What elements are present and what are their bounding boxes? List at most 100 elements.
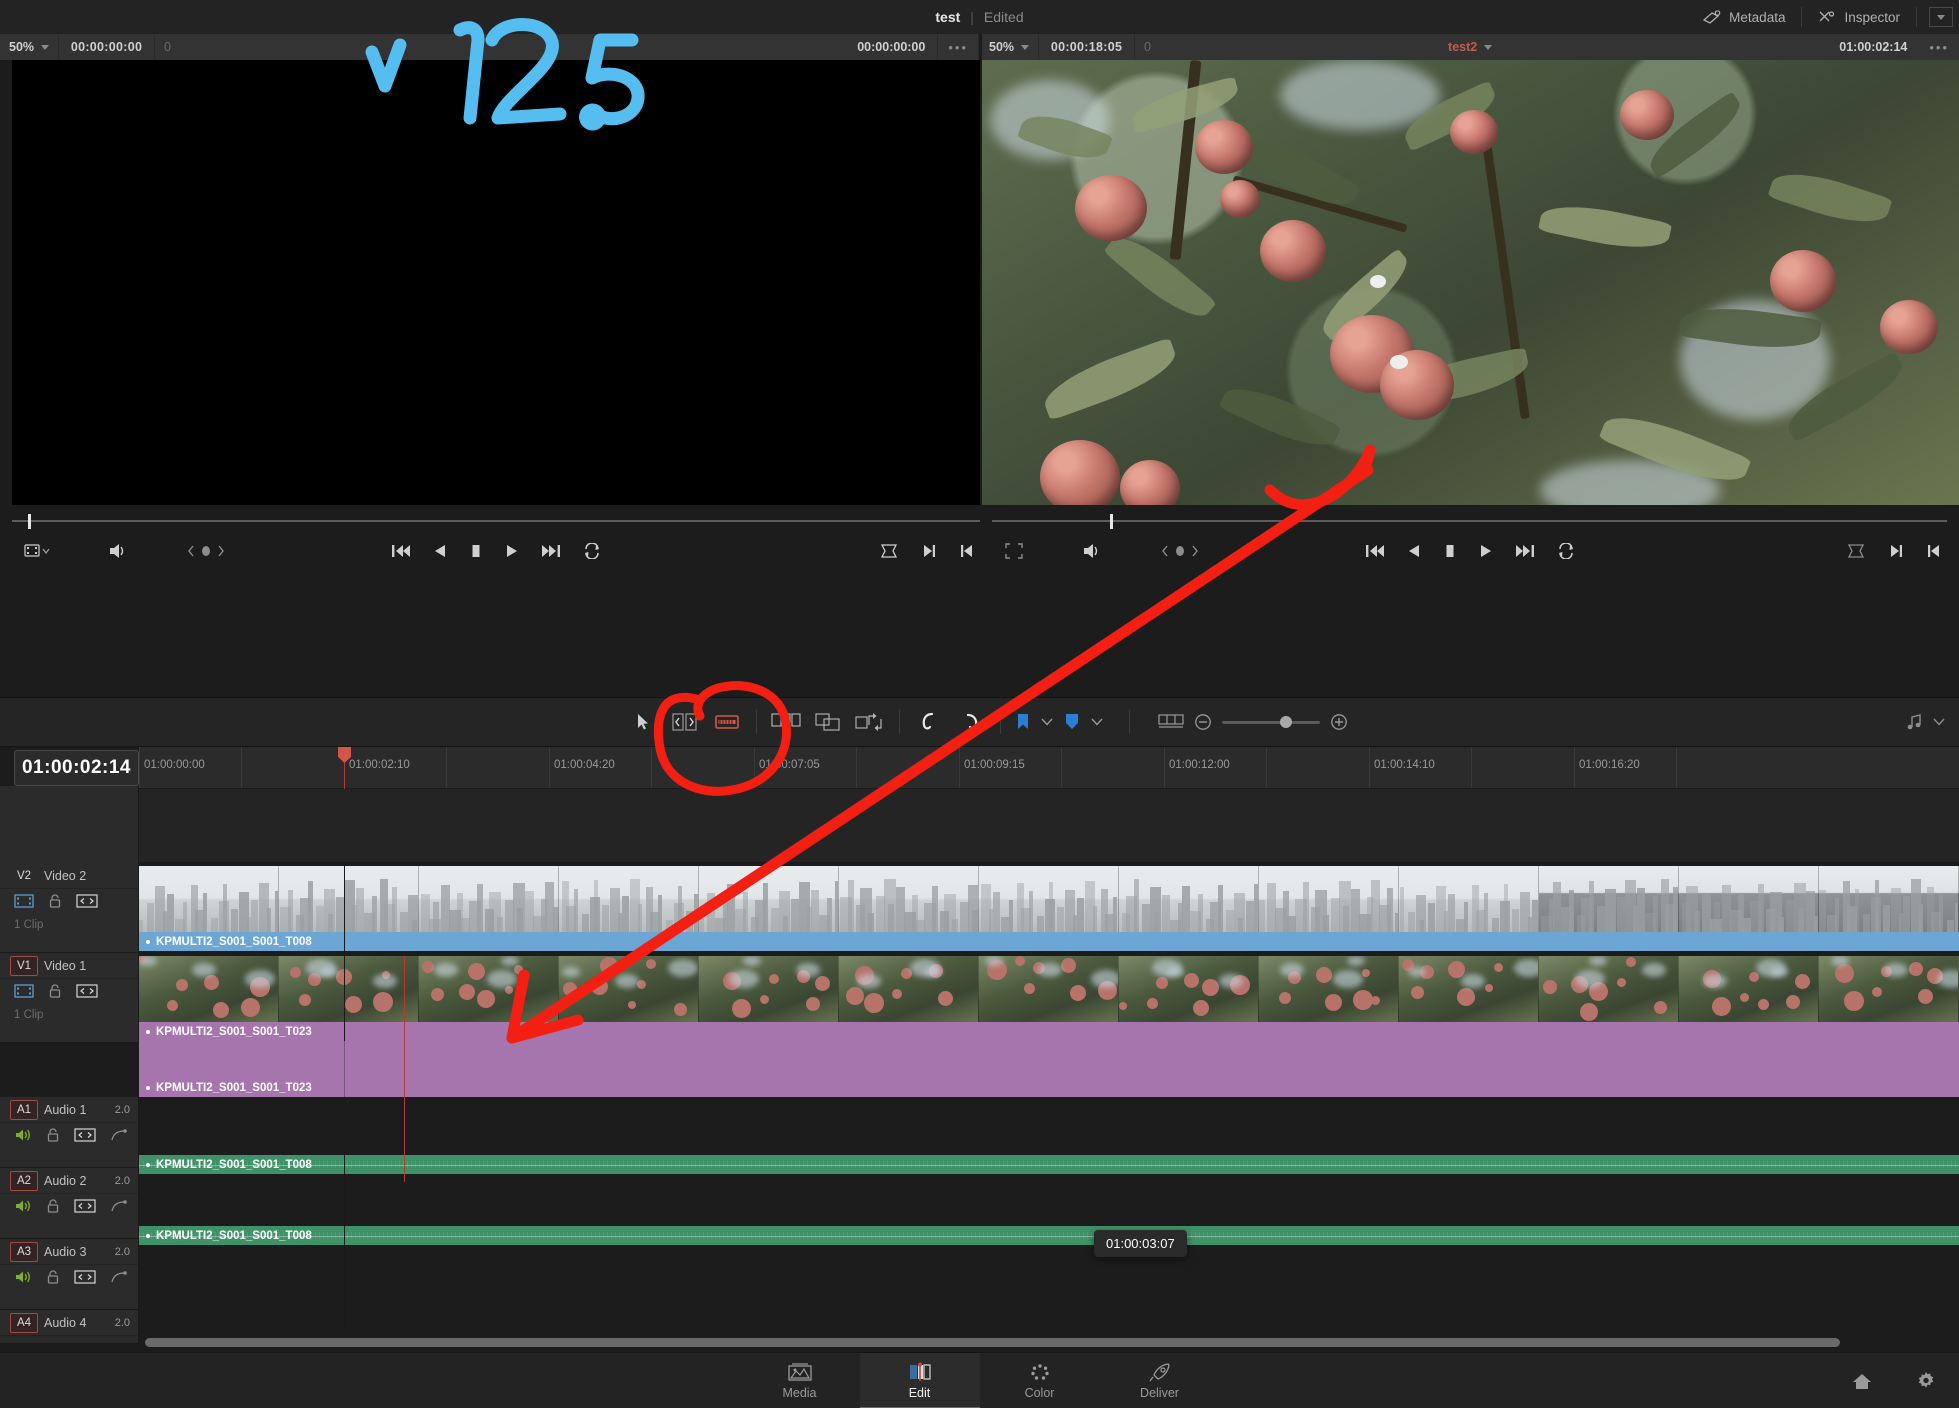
home-icon[interactable] — [1851, 1371, 1873, 1391]
chevron-down-icon[interactable] — [1933, 718, 1945, 726]
timeline-clip-v2[interactable]: KPMULTI2_S001_S001_T008 — [139, 866, 1959, 951]
timeline-duration[interactable]: 00:00:18:05 — [1039, 34, 1136, 60]
source-viewer[interactable] — [12, 60, 980, 505]
source-view-mode-icon[interactable] — [24, 543, 50, 559]
trim-edit-mode-icon[interactable] — [664, 705, 706, 739]
timeline-zoom-slider-group[interactable] — [1194, 713, 1348, 731]
play-forward-icon[interactable] — [505, 543, 519, 559]
track-autoselect-icon[interactable] — [74, 1270, 96, 1284]
mark-out-icon[interactable] — [960, 543, 974, 559]
track-autoselect-icon[interactable] — [76, 894, 98, 908]
track-header-a1[interactable]: A1 Audio 1 2.0 — [0, 1097, 139, 1168]
timeline-scrollbar-thumb[interactable] — [145, 1338, 1840, 1347]
timeline-options-button[interactable]: ••• — [1919, 34, 1959, 60]
nav-item-color[interactable]: Color — [980, 1353, 1100, 1408]
timeline-viewer[interactable] — [980, 60, 1959, 505]
track-lock-icon[interactable] — [48, 893, 62, 909]
track-lock-icon[interactable] — [46, 1127, 60, 1143]
timeline-safe-area-icon[interactable] — [1004, 542, 1024, 560]
source-zoom-control[interactable]: 50% — [0, 34, 60, 60]
track-speaker-icon[interactable] — [14, 1127, 32, 1143]
track-autoselect-icon[interactable] — [74, 1128, 96, 1142]
music-note-icon[interactable] — [1905, 713, 1923, 731]
marker-icon[interactable] — [1057, 705, 1087, 739]
metadata-button[interactable]: Metadata — [1687, 0, 1801, 34]
track-automation-icon[interactable] — [110, 1270, 128, 1284]
timeline-ruler[interactable]: 01:00:00:00 01:00:02:10 01:00:04:20 01:00:0… — [139, 747, 1959, 789]
stop-icon[interactable] — [469, 543, 483, 559]
nav-item-deliver[interactable]: Deliver — [1100, 1353, 1220, 1408]
timeline-name-group[interactable]: test2 — [1448, 34, 1532, 60]
jump-to-end-icon[interactable] — [1515, 543, 1535, 559]
track-video-icon[interactable] — [14, 894, 34, 908]
track-speaker-icon[interactable] — [14, 1269, 32, 1285]
zoom-slider-track[interactable] — [1222, 716, 1320, 728]
loop-icon[interactable] — [1557, 543, 1575, 559]
marker-dropdown-caret[interactable] — [1087, 705, 1107, 739]
snapping-icon[interactable] — [908, 705, 950, 739]
panel-toggle-button[interactable] — [1929, 7, 1953, 27]
audio-options-group[interactable] — [1905, 713, 1945, 731]
source-volume-icon[interactable] — [108, 542, 128, 560]
overwrite-clip-icon[interactable] — [807, 705, 849, 739]
stop-icon[interactable] — [1443, 543, 1457, 559]
track-lock-icon[interactable] — [48, 983, 62, 999]
selection-mode-icon[interactable] — [622, 705, 664, 739]
linked-selection-icon[interactable] — [950, 705, 992, 739]
track-autoselect-icon[interactable] — [74, 1199, 96, 1213]
source-scrub-handle[interactable] — [28, 514, 31, 529]
track-lane-v2[interactable]: KPMULTI2_S001_S001_T008 — [139, 866, 1959, 951]
jump-to-start-icon[interactable] — [1365, 543, 1385, 559]
timeline-scrub-handle[interactable] — [1110, 514, 1113, 529]
track-lane-a4[interactable] — [139, 1290, 1959, 1334]
track-automation-icon[interactable] — [110, 1128, 128, 1142]
source-timecode[interactable]: 00:00:00:00 — [59, 34, 156, 60]
track-lane-a2[interactable]: KPMULTI2_S001_S001_T008 — [139, 1155, 1959, 1211]
timeline-volume-icon[interactable] — [1082, 542, 1102, 560]
track-header-a4[interactable]: A4 Audio 4 2.0 — [0, 1310, 139, 1344]
loop-icon[interactable] — [583, 543, 601, 559]
track-video-icon[interactable] — [14, 984, 34, 998]
zoom-slider-knob[interactable] — [1280, 716, 1292, 728]
timeline-current-timecode-display[interactable]: 01:00:02:14 — [14, 750, 139, 786]
timeline-marker-strip[interactable] — [139, 789, 1959, 863]
track-header-v1[interactable]: V1 Video 1 1 Clip — [0, 953, 139, 1043]
track-speaker-icon[interactable] — [14, 1198, 32, 1214]
track-automation-icon[interactable] — [110, 1199, 128, 1213]
mark-in-icon[interactable] — [1889, 543, 1903, 559]
nav-item-edit[interactable]: Edit — [859, 1352, 980, 1408]
flag-dropdown-caret[interactable] — [1037, 705, 1057, 739]
zoom-out-icon[interactable] — [1194, 713, 1212, 731]
mark-out-icon[interactable] — [1927, 543, 1941, 559]
timeline-inout-icon[interactable] — [1160, 543, 1200, 559]
nav-item-media[interactable]: Media — [740, 1353, 860, 1408]
timeline-clip-a1[interactable]: KPMULTI2_S001_S001_T023 — [139, 1041, 1959, 1097]
mark-clip-icon[interactable] — [1847, 543, 1865, 559]
play-forward-icon[interactable] — [1479, 543, 1493, 559]
blade-edit-mode-icon[interactable] — [706, 705, 748, 739]
play-reverse-icon[interactable] — [433, 543, 447, 559]
zoom-in-icon[interactable] — [1330, 713, 1348, 731]
track-lane-v1[interactable]: KPMULTI2_S001_S001_T023 — [139, 956, 1959, 1041]
timeline-zoom-control[interactable]: 50% — [980, 34, 1040, 60]
timeline-view-options-icon[interactable] — [1152, 705, 1190, 739]
track-header-v2[interactable]: V2 Video 2 1 Clip — [0, 863, 139, 953]
gear-icon[interactable] — [1915, 1370, 1937, 1392]
replace-clip-icon[interactable] — [849, 705, 891, 739]
flag-icon[interactable] — [1009, 705, 1037, 739]
jump-to-end-icon[interactable] — [541, 543, 561, 559]
inspector-button[interactable]: Inspector — [1802, 0, 1916, 34]
source-inout-icon[interactable] — [186, 543, 226, 559]
mark-clip-icon[interactable] — [880, 543, 898, 559]
track-lane-a1[interactable]: KPMULTI2_S001_S001_T023 — [139, 1041, 1959, 1097]
timeline-clip-a2[interactable]: KPMULTI2_S001_S001_T008 — [139, 1155, 1959, 1174]
jump-to-start-icon[interactable] — [391, 543, 411, 559]
timeline-clip-v1[interactable]: KPMULTI2_S001_S001_T023 — [139, 956, 1959, 1041]
track-lock-icon[interactable] — [46, 1269, 60, 1285]
track-lock-icon[interactable] — [46, 1198, 60, 1214]
track-header-a3[interactable]: A3 Audio 3 2.0 — [0, 1239, 139, 1310]
track-header-a2[interactable]: A2 Audio 2 2.0 — [0, 1168, 139, 1239]
track-lane-a3[interactable]: KPMULTI2_S001_S001_T008 — [139, 1226, 1959, 1282]
mark-in-icon[interactable] — [922, 543, 936, 559]
play-reverse-icon[interactable] — [1407, 543, 1421, 559]
